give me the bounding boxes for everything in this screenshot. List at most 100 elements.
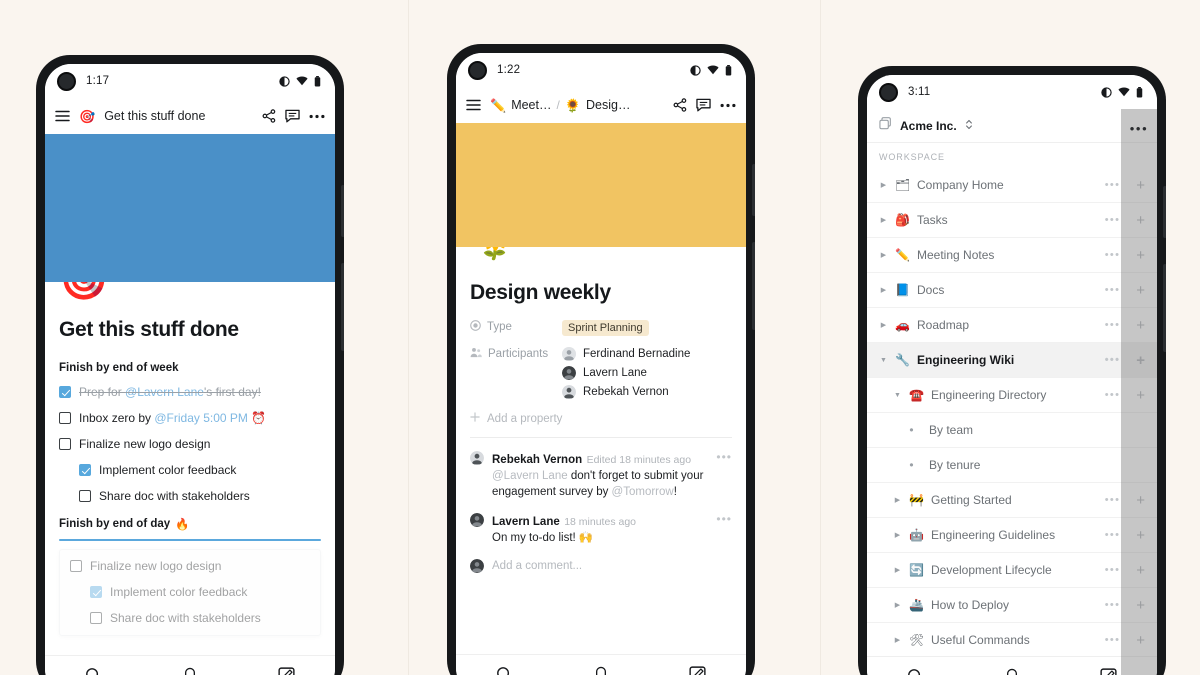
comment-more-icon[interactable]: ••• bbox=[716, 450, 732, 464]
chevron-right-icon[interactable]: ▶ bbox=[879, 286, 888, 294]
bell-icon[interactable] bbox=[1004, 668, 1020, 675]
page-icon-emoji[interactable]: 🎯 bbox=[59, 282, 109, 300]
more-icon[interactable] bbox=[720, 103, 736, 108]
hamburger-icon[interactable] bbox=[55, 110, 70, 122]
row-more-icon[interactable]: ••• bbox=[1105, 354, 1120, 366]
checkbox-icon[interactable] bbox=[59, 386, 71, 398]
row-more-icon[interactable]: ••• bbox=[1105, 599, 1120, 611]
sidebar-item-engineering-wiki[interactable]: ▼ 🔧 Engineering Wiki ••• + bbox=[867, 343, 1157, 378]
todo-item[interactable]: Implement color feedback bbox=[59, 463, 321, 478]
breadcrumb-item-parent[interactable]: Meet… bbox=[511, 98, 551, 112]
chevron-down-icon[interactable]: ▼ bbox=[879, 357, 888, 364]
row-more-icon[interactable]: ••• bbox=[1105, 179, 1120, 191]
property-row-participants[interactable]: Participants Ferdinand Bernadine Lavern … bbox=[470, 347, 732, 399]
row-more-icon[interactable]: ••• bbox=[1105, 284, 1120, 296]
comment-more-icon[interactable]: ••• bbox=[716, 512, 732, 526]
bell-icon[interactable] bbox=[593, 666, 609, 675]
chevron-updown-icon[interactable] bbox=[965, 117, 973, 135]
row-more-icon[interactable]: ••• bbox=[1105, 529, 1120, 541]
sidebar-item-useful-commands[interactable]: ▶ 🛠 Useful Commands ••• + bbox=[867, 623, 1157, 656]
status-badge[interactable]: Sprint Planning bbox=[562, 320, 649, 336]
more-icon[interactable] bbox=[309, 114, 325, 119]
comment-author[interactable]: Lavern Lane bbox=[492, 516, 560, 528]
bell-icon[interactable] bbox=[182, 667, 198, 675]
checkbox-icon[interactable] bbox=[79, 464, 91, 476]
sidebar-item-engineering-directory[interactable]: ▼ ☎️ Engineering Directory ••• + bbox=[867, 378, 1157, 413]
todo-item[interactable]: Finalize new logo design bbox=[59, 437, 321, 452]
phone1-side-button-lower[interactable] bbox=[341, 263, 344, 351]
breadcrumb-item-current[interactable]: Desig… bbox=[586, 98, 630, 112]
row-more-icon[interactable]: ••• bbox=[1105, 214, 1120, 226]
sidebar-item-getting-started[interactable]: ▶ 🚧 Getting Started ••• + bbox=[867, 483, 1157, 518]
chevron-right-icon[interactable]: ▶ bbox=[893, 601, 902, 609]
comment-icon[interactable] bbox=[696, 98, 711, 112]
row-more-icon[interactable]: ••• bbox=[1105, 634, 1120, 646]
sidebar-item-how-to-deploy[interactable]: ▶ 🚢 How to Deploy ••• + bbox=[867, 588, 1157, 623]
phone2-side-button-upper[interactable] bbox=[752, 164, 755, 216]
row-more-icon[interactable]: ••• bbox=[1105, 249, 1120, 261]
participant-item[interactable]: Ferdinand Bernadine bbox=[562, 347, 690, 361]
todo-item[interactable]: Share doc with stakeholders bbox=[59, 489, 321, 504]
chevron-right-icon[interactable]: ▶ bbox=[879, 181, 888, 189]
participant-item[interactable]: Rebekah Vernon bbox=[562, 385, 690, 399]
checkbox-icon[interactable] bbox=[59, 412, 71, 424]
row-more-icon[interactable]: ••• bbox=[1105, 564, 1120, 576]
participant-item[interactable]: Lavern Lane bbox=[562, 366, 690, 380]
share-icon[interactable] bbox=[262, 109, 276, 123]
search-icon[interactable] bbox=[496, 666, 513, 675]
workspace-header[interactable]: Acme Inc. bbox=[867, 109, 1157, 143]
search-icon[interactable] bbox=[907, 668, 924, 675]
mention-chip[interactable]: @Lavern Lane bbox=[125, 385, 204, 399]
page-cover-image[interactable] bbox=[456, 123, 746, 247]
hamburger-icon[interactable] bbox=[466, 99, 481, 111]
phone2-side-button-lower[interactable] bbox=[752, 242, 755, 330]
drag-ghost-block[interactable]: Finalize new logo design Implement color… bbox=[59, 549, 321, 636]
sidebar-item-by-tenure[interactable]: • By tenure bbox=[867, 448, 1157, 483]
compose-icon[interactable] bbox=[689, 666, 706, 675]
topbar-page-title[interactable]: Get this stuff done bbox=[104, 109, 205, 123]
todo-item[interactable]: Prep for @Lavern Lane's first day! bbox=[59, 385, 321, 400]
sidebar-item-development-lifecycle[interactable]: ▶ 🔄 Development Lifecycle ••• + bbox=[867, 553, 1157, 588]
workspace-name[interactable]: Acme Inc. bbox=[900, 119, 957, 133]
page-icon-emoji[interactable]: 🌻 bbox=[470, 247, 520, 259]
checkbox-icon[interactable] bbox=[79, 490, 91, 502]
add-comment-row[interactable]: Add a comment... bbox=[470, 558, 732, 573]
sliding-drawer-overlay[interactable]: ••• bbox=[1121, 109, 1157, 675]
sidebar-item-roadmap[interactable]: ▶ 🚗 Roadmap ••• + bbox=[867, 308, 1157, 343]
sidebar-item-by-team[interactable]: • By team bbox=[867, 413, 1157, 448]
chevron-right-icon[interactable]: ▶ bbox=[893, 496, 902, 504]
checkbox-icon[interactable] bbox=[59, 438, 71, 450]
comment-author[interactable]: Rebekah Vernon bbox=[492, 454, 582, 466]
chevron-right-icon[interactable]: ▶ bbox=[893, 531, 902, 539]
page-title[interactable]: Design weekly bbox=[470, 281, 732, 305]
add-property-button[interactable]: Add a property bbox=[470, 412, 732, 425]
share-icon[interactable] bbox=[673, 98, 687, 112]
todo-item[interactable]: Inbox zero by @Friday 5:00 PM ⏰ bbox=[59, 411, 321, 426]
sidebar-item-engineering-guidelines[interactable]: ▶ 🤖 Engineering Guidelines ••• + bbox=[867, 518, 1157, 553]
chevron-right-icon[interactable]: ▶ bbox=[879, 321, 888, 329]
phone3-side-button-upper[interactable] bbox=[1163, 186, 1166, 238]
chevron-right-icon[interactable]: ▶ bbox=[879, 216, 888, 224]
row-more-icon[interactable]: ••• bbox=[1105, 389, 1120, 401]
chevron-right-icon[interactable]: ▶ bbox=[893, 566, 902, 574]
chevron-right-icon[interactable]: ▶ bbox=[879, 251, 888, 259]
property-row-type[interactable]: Type Sprint Planning bbox=[470, 320, 732, 336]
mention-chip[interactable]: @Friday 5:00 PM bbox=[154, 411, 248, 425]
compose-icon[interactable] bbox=[278, 667, 295, 675]
row-more-icon[interactable]: ••• bbox=[1105, 494, 1120, 506]
chevron-down-icon[interactable]: ▼ bbox=[893, 392, 902, 399]
sidebar-item-docs[interactable]: ▶ 📘 Docs ••• + bbox=[867, 273, 1157, 308]
phone3-side-button-lower[interactable] bbox=[1163, 264, 1166, 352]
sidebar-item-meeting-notes[interactable]: ▶ ✏️ Meeting Notes ••• + bbox=[867, 238, 1157, 273]
search-icon[interactable] bbox=[85, 667, 102, 675]
drawer-more-icon[interactable]: ••• bbox=[1130, 121, 1148, 136]
row-more-icon[interactable]: ••• bbox=[1105, 319, 1120, 331]
sidebar-item-company-home[interactable]: ▶ 🗂 Company Home ••• + bbox=[867, 168, 1157, 203]
mention-chip[interactable]: @Lavern Lane bbox=[492, 470, 568, 482]
phone1-side-button-upper[interactable] bbox=[341, 185, 344, 237]
page-title[interactable]: Get this stuff done bbox=[59, 318, 321, 342]
add-comment-input[interactable]: Add a comment... bbox=[492, 560, 582, 572]
mention-chip[interactable]: @Tomorrow bbox=[612, 486, 674, 498]
sidebar-item-tasks[interactable]: ▶ 🎒 Tasks ••• + bbox=[867, 203, 1157, 238]
compose-icon[interactable] bbox=[1100, 668, 1117, 675]
